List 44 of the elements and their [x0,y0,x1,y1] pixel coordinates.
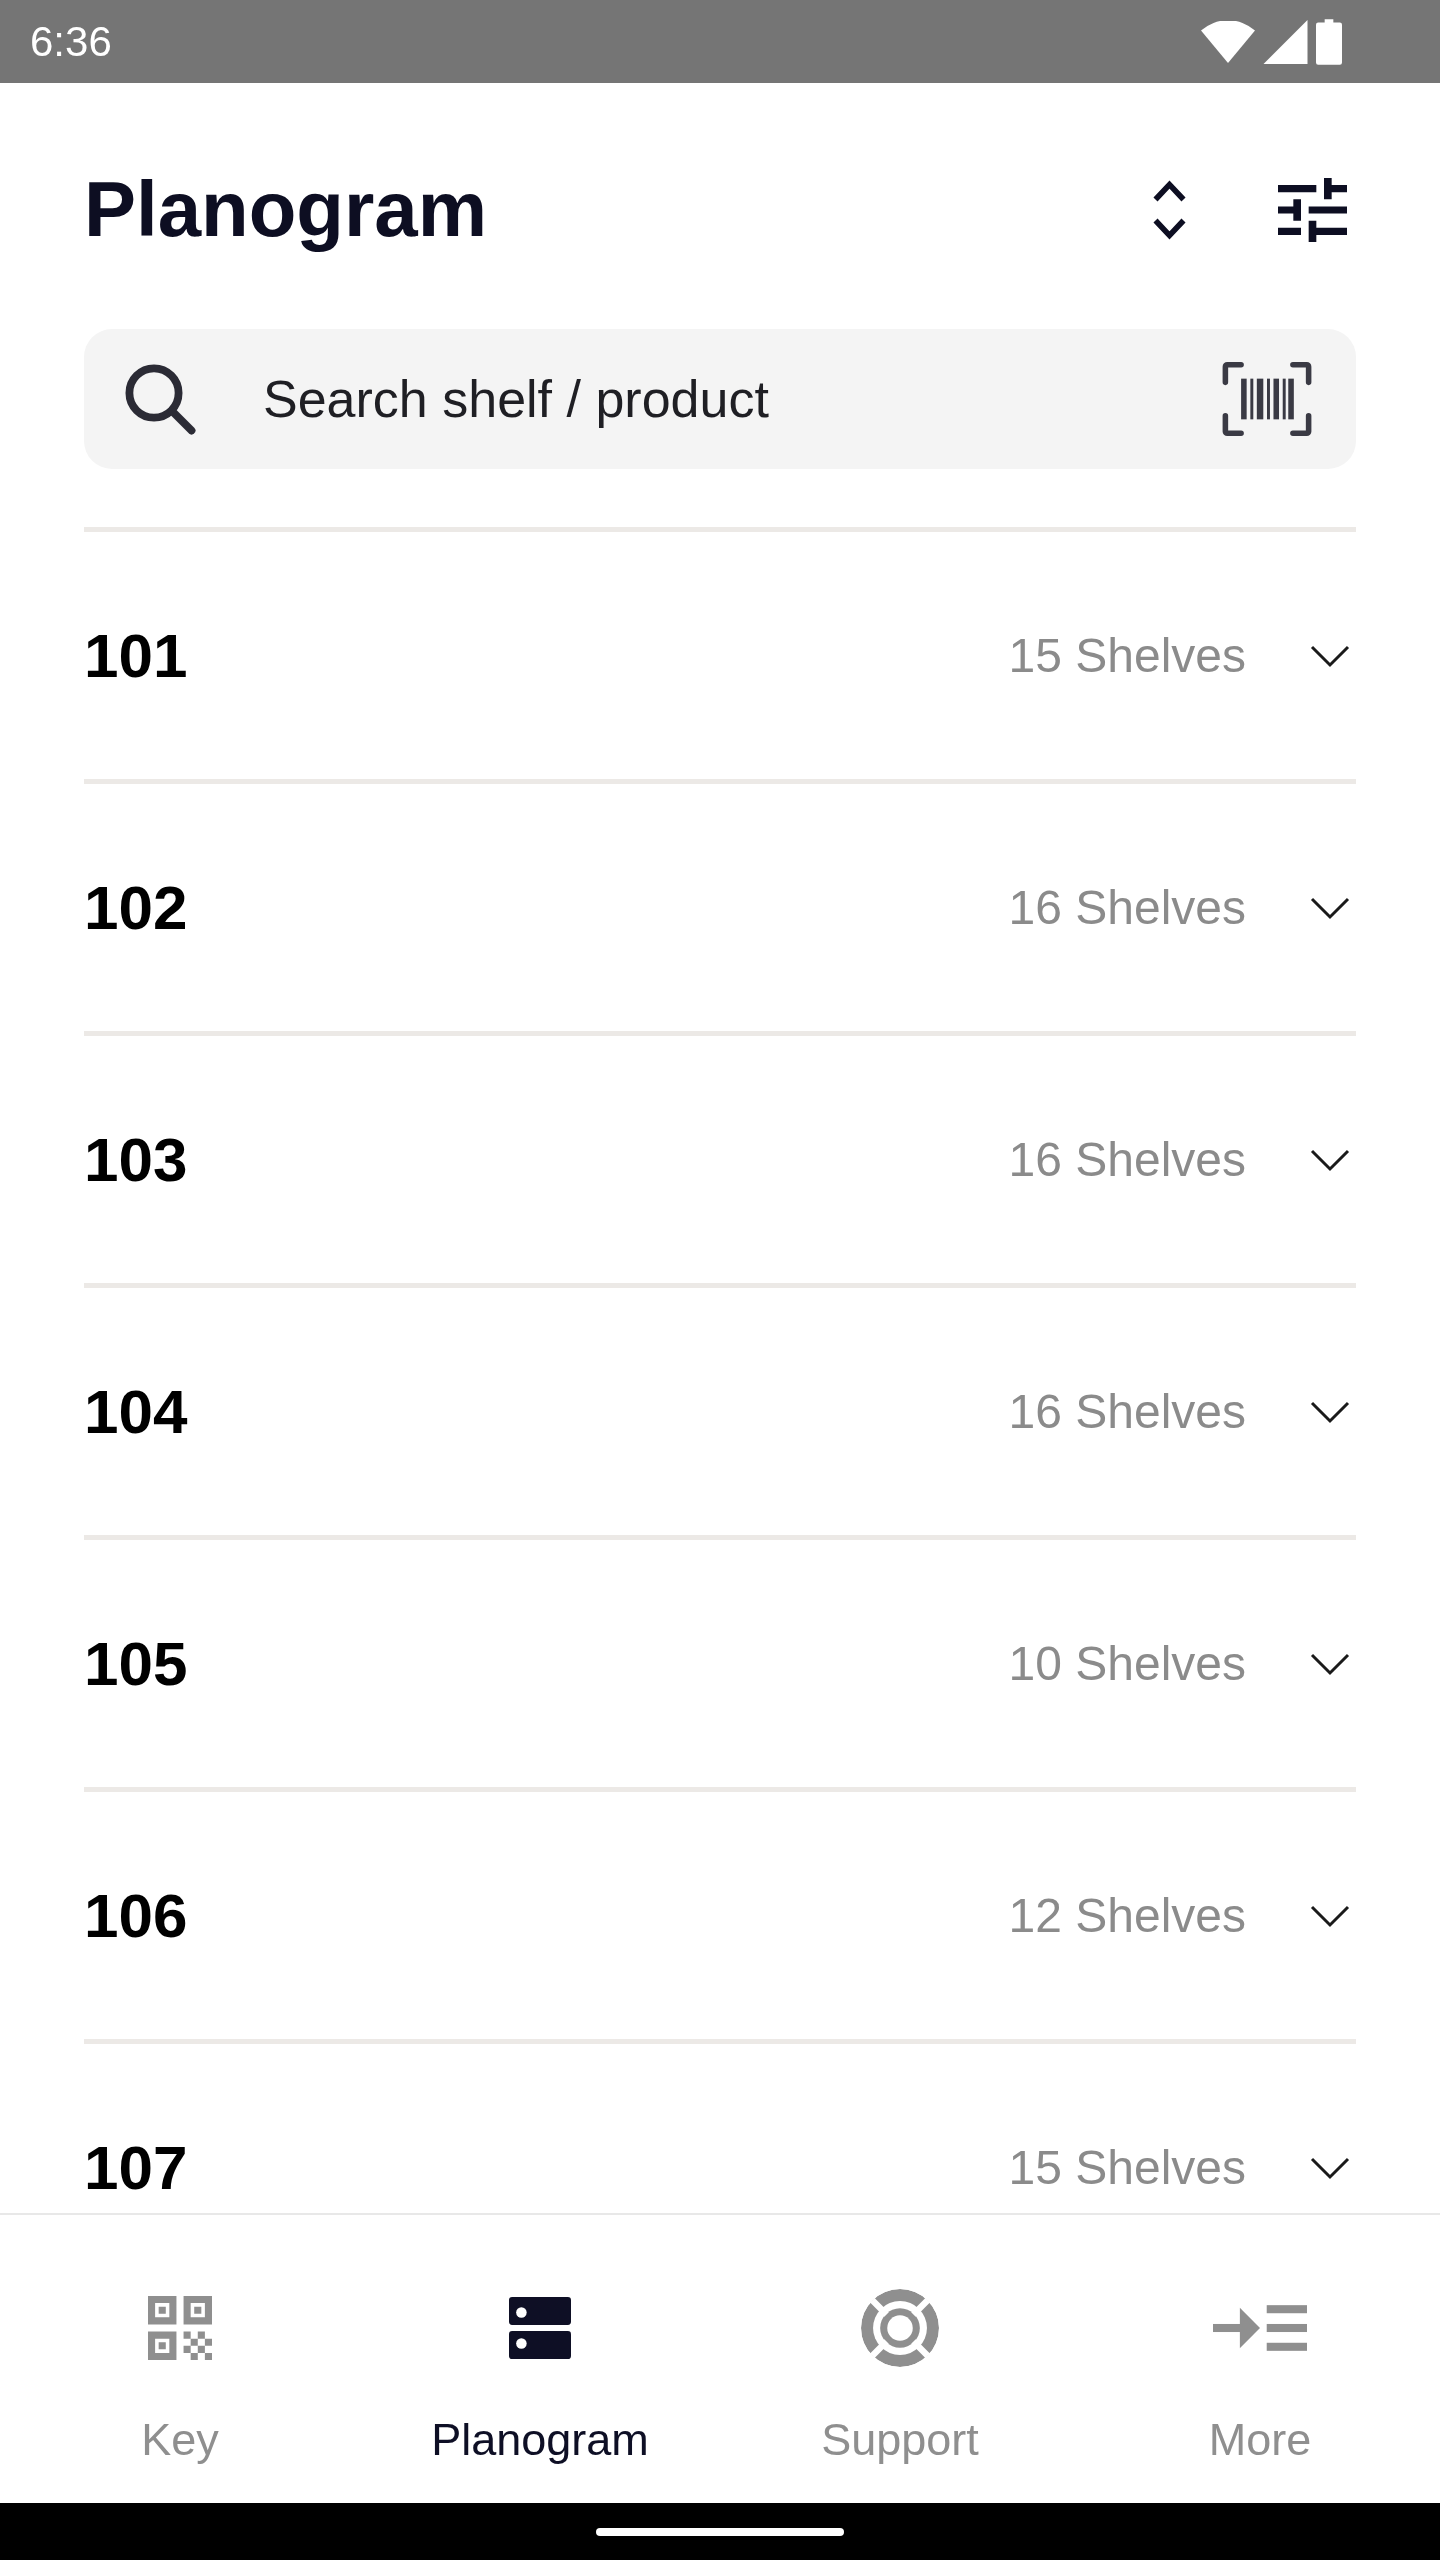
aisle-row[interactable]: 102 16 Shelves [84,779,1356,1031]
shelf-count: 15 Shelves [1008,628,1246,683]
signal-icon [1263,19,1308,64]
chevron-down-icon[interactable] [1310,643,1350,668]
page-title: Planogram [84,167,488,253]
filter-icon[interactable] [1278,178,1347,242]
search-input[interactable]: Search shelf / product [263,369,1198,429]
qr-code-icon [148,2296,212,2360]
aisle-number: 102 [84,872,188,943]
wifi-icon [1201,20,1255,63]
aisle-number: 104 [84,1376,188,1447]
shelf-count: 16 Shelves [1008,1384,1246,1439]
aisle-row[interactable]: 103 16 Shelves [84,1031,1356,1283]
chevron-down-icon[interactable] [1310,1903,1350,1928]
chevrons-up-down-icon[interactable] [1152,178,1187,242]
shelf-count: 15 Shelves [1008,2140,1246,2195]
aisle-row[interactable]: 105 10 Shelves [84,1535,1356,1787]
lifebuoy-icon [861,2289,939,2367]
aisle-number: 103 [84,1124,188,1195]
aisle-row[interactable]: 101 15 Shelves [84,527,1356,779]
aisle-number: 105 [84,1628,188,1699]
aisle-number: 101 [84,620,188,691]
barcode-scan-icon[interactable] [1222,362,1312,436]
chevron-down-icon[interactable] [1310,2155,1350,2180]
shelf-count: 16 Shelves [1008,1132,1246,1187]
aisle-number: 106 [84,1880,188,1951]
nav-tab[interactable]: Planogram [431,2288,649,2468]
aisle-row[interactable]: 106 12 Shelves [84,1787,1356,2039]
chevron-down-icon[interactable] [1310,1147,1350,1172]
battery-icon [1316,18,1342,65]
storage-icon [509,2297,571,2359]
aisle-row[interactable]: 104 16 Shelves [84,1283,1356,1535]
aisle-number: 107 [84,2132,188,2203]
shelf-count: 12 Shelves [1008,1888,1246,1943]
chevron-down-icon[interactable] [1310,1399,1350,1424]
home-indicator[interactable] [596,2527,844,2536]
status-time: 6:36 [30,20,112,63]
chevron-down-icon[interactable] [1310,1651,1350,1676]
arrow-to-list-icon [1213,2305,1307,2351]
shelf-count: 10 Shelves [1008,1636,1246,1691]
search-field[interactable]: Search shelf / product [84,329,1356,469]
chevron-down-icon[interactable] [1310,895,1350,920]
shelf-count: 16 Shelves [1008,880,1246,935]
search-icon [124,363,196,435]
